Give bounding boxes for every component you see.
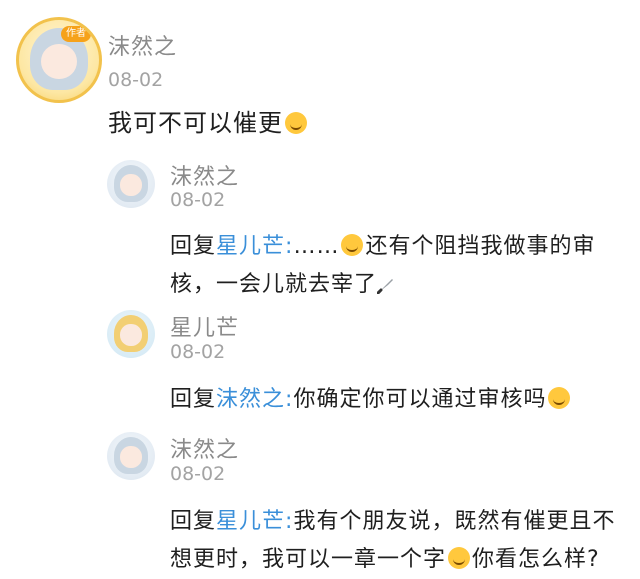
author-avatar[interactable]: 作者 bbox=[16, 17, 102, 103]
reply-avatar[interactable] bbox=[107, 432, 155, 480]
smirk-emoji-icon bbox=[448, 547, 471, 569]
reply-target-link[interactable]: 沫然之 bbox=[216, 387, 285, 412]
reply-text: 回复星儿芒:我有个朋友说，既然有催更且不 想更时，我可以一章一个字 你看怎么样? bbox=[170, 503, 615, 579]
reply-text-part: 你确定你可以通过审核吗 bbox=[293, 387, 547, 412]
reply-text-part: 想更时，我可以一章一个字 bbox=[170, 547, 447, 572]
reply-text-part: …… bbox=[293, 234, 340, 259]
reply-target-link[interactable]: 星儿芒 bbox=[216, 234, 285, 259]
reply-author-name[interactable]: 沫然之 bbox=[170, 432, 239, 464]
reply-prefix: 回复 bbox=[170, 387, 217, 412]
avatar-face bbox=[120, 174, 142, 196]
reply-prefix: 回复 bbox=[170, 234, 217, 259]
laugh-cry-emoji-icon bbox=[341, 234, 364, 256]
reply-date: 08-02 bbox=[170, 189, 226, 211]
post-text: 我可不可以催更 bbox=[108, 104, 309, 142]
reply-text-part: 你看怎么样? bbox=[472, 547, 600, 572]
knife-icon bbox=[377, 279, 394, 294]
reply-author-name[interactable]: 沫然之 bbox=[170, 159, 239, 191]
reply-text-part: 核，一会儿就去宰了 bbox=[170, 272, 378, 297]
reply-avatar[interactable] bbox=[107, 310, 155, 358]
avatar-face bbox=[120, 446, 142, 468]
reply-avatar[interactable] bbox=[107, 160, 155, 208]
reply-text: 回复沫然之:你确定你可以通过审核吗 bbox=[170, 381, 572, 419]
reply-date: 08-02 bbox=[170, 341, 226, 363]
reply-text-part: 我有个朋友说，既然有催更且不 bbox=[293, 509, 616, 534]
post-date: 08-02 bbox=[108, 69, 164, 91]
reply-target-link[interactable]: 星儿芒 bbox=[216, 509, 285, 534]
reply-text-part: 还有个阻挡我做事的审 bbox=[365, 234, 596, 259]
avatar-face bbox=[41, 44, 77, 80]
smirk-emoji-icon bbox=[285, 112, 307, 134]
reply-author-name[interactable]: 星儿芒 bbox=[170, 310, 239, 342]
post-text-content: 我可不可以催更 bbox=[108, 109, 283, 137]
laugh-cry-emoji-icon bbox=[548, 387, 571, 409]
reply-text: 回复星儿芒:…… 还有个阻挡我做事的审 核，一会儿就去宰了 bbox=[170, 228, 595, 304]
author-badge: 作者 bbox=[61, 26, 91, 42]
author-name[interactable]: 沫然之 bbox=[108, 29, 177, 61]
reply-prefix: 回复 bbox=[170, 509, 217, 534]
reply-date: 08-02 bbox=[170, 463, 226, 485]
avatar-face bbox=[120, 324, 142, 346]
